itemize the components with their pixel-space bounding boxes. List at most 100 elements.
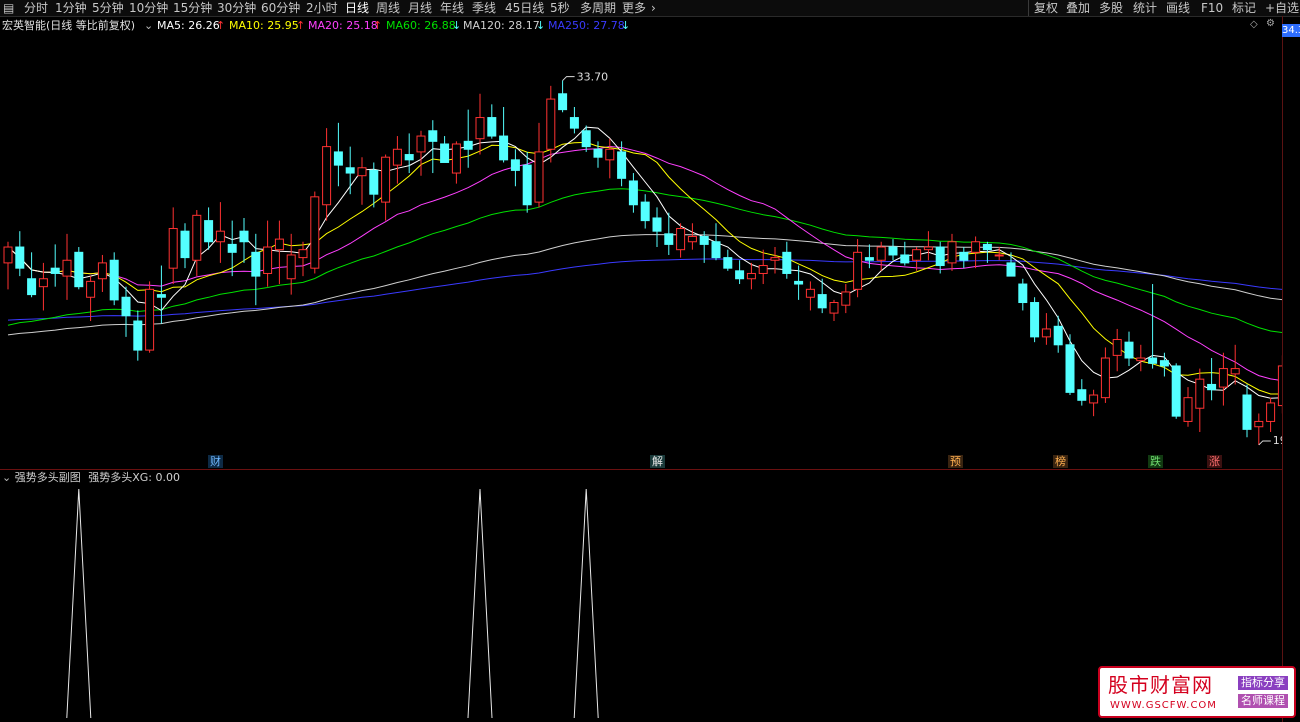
candle <box>274 220 284 285</box>
candle <box>263 220 273 287</box>
toolbar-action-3[interactable]: 统计 <box>1133 0 1157 16</box>
candle <box>959 247 969 269</box>
tab-period-0[interactable]: 分时 <box>24 0 48 16</box>
tab-period-10[interactable]: 月线 <box>408 0 432 16</box>
candle <box>227 220 237 277</box>
tab-period-7[interactable]: 2小时 <box>306 0 338 16</box>
candle <box>640 194 650 229</box>
ma60-label: MA60: 26.88 <box>386 19 456 32</box>
toolbar-action-5[interactable]: F10 <box>1201 0 1223 16</box>
event-marker-2[interactable]: 预 <box>948 455 963 468</box>
candle <box>628 173 638 213</box>
candle <box>1195 368 1205 433</box>
event-marker-3[interactable]: 榜 <box>1053 455 1068 468</box>
candle <box>605 138 615 179</box>
toolbar-action-1[interactable]: 叠加 <box>1066 0 1090 16</box>
candle <box>86 276 96 322</box>
candle <box>770 247 780 274</box>
more-arrow-icon[interactable]: › <box>651 0 656 16</box>
toolbar-action-6[interactable]: 标记 <box>1232 0 1256 16</box>
watermark-logo: 股市财富网 指标分享 名师课程 WWW.GSCFW.COM <box>1098 666 1296 718</box>
tab-period-4[interactable]: 15分钟 <box>173 0 212 16</box>
candle <box>782 241 792 279</box>
tab-period-6[interactable]: 60分钟 <box>261 0 300 16</box>
candle <box>1041 313 1051 345</box>
tab-period-3[interactable]: 10分钟 <box>129 0 168 16</box>
tab-period-9[interactable]: 周线 <box>376 0 400 16</box>
ma10-label: MA10: 25.95 <box>229 19 299 32</box>
event-marker-4[interactable]: 跌 <box>1148 455 1163 468</box>
candle <box>1053 315 1063 353</box>
menu-icon[interactable]: ▤ <box>3 0 14 16</box>
ma20-up-arrow-icon: ↑ <box>373 19 383 32</box>
candle <box>333 122 343 187</box>
candle <box>947 233 957 271</box>
candle <box>971 236 981 269</box>
candlestick-chart[interactable]: 33.70 19.91 <box>0 33 1282 469</box>
candle <box>109 252 119 306</box>
pane-divider[interactable] <box>0 469 1282 470</box>
settings-icon[interactable]: ⚙ <box>1266 18 1275 29</box>
tab-period-14[interactable]: 5秒 <box>550 0 570 16</box>
candle <box>888 239 898 261</box>
candle <box>463 109 473 168</box>
chevron-down-icon[interactable]: ⌄ <box>144 18 153 33</box>
ma250-down-arrow-icon: ↓ <box>621 19 631 32</box>
tab-period-8[interactable]: 日线 <box>345 0 369 16</box>
candle <box>746 262 756 290</box>
candle <box>251 233 261 306</box>
chevron-down-icon[interactable]: ⌄ <box>2 471 11 484</box>
toolbar-action-0[interactable]: 复权 <box>1034 0 1058 16</box>
signal-spike <box>467 488 493 719</box>
candle <box>62 233 72 300</box>
price-axis[interactable] <box>1282 16 1300 722</box>
candle <box>534 122 544 208</box>
candle <box>711 223 721 261</box>
candle <box>1112 328 1122 372</box>
candle <box>3 241 13 290</box>
tab-period-2[interactable]: 5分钟 <box>92 0 124 16</box>
candle <box>829 299 839 322</box>
candle <box>286 233 296 295</box>
candle <box>569 106 579 134</box>
tab-period-13[interactable]: 45日线 <box>505 0 544 16</box>
event-marker-5[interactable]: 涨 <box>1207 455 1222 468</box>
candle <box>522 151 532 213</box>
candle <box>357 157 367 205</box>
candle <box>97 254 107 292</box>
ma20-label: MA20: 25.18 <box>308 19 378 32</box>
indicator-chart[interactable] <box>0 486 1282 722</box>
indicator-title: 强势多头副图 <box>14 471 81 484</box>
candle <box>215 202 225 263</box>
candle <box>487 104 497 139</box>
current-price-tag: 34.3 <box>1282 24 1300 37</box>
tab-period-16[interactable]: 更多 <box>622 0 646 16</box>
toolbar-action-2[interactable]: 多股 <box>1099 0 1123 16</box>
candle <box>1124 331 1134 366</box>
candle <box>74 247 84 290</box>
low-pointer <box>1258 440 1271 446</box>
diamond-icon[interactable]: ◇ <box>1250 19 1258 30</box>
tab-period-1[interactable]: 1分钟 <box>55 0 87 16</box>
indicator-header: ⌄ 强势多头副图 强势多头XG: 0.00 <box>2 471 180 485</box>
candle <box>451 141 461 184</box>
event-marker-1[interactable]: 解 <box>650 455 665 468</box>
watermark-title: 股市财富网 <box>1108 673 1213 697</box>
event-marker-0[interactable]: 财 <box>208 455 223 468</box>
watermark-tag-course: 名师课程 <box>1238 694 1288 708</box>
low-price-label: 19.91 <box>1273 434 1282 447</box>
candle <box>805 281 815 311</box>
candle <box>428 120 438 174</box>
ma5-line <box>7 126 1282 399</box>
candle <box>180 223 190 269</box>
candle <box>298 241 308 277</box>
tab-period-5[interactable]: 30分钟 <box>217 0 256 16</box>
candle <box>817 278 827 314</box>
candle <box>145 281 155 353</box>
tab-period-15[interactable]: 多周期 <box>580 0 616 16</box>
tab-period-12[interactable]: 季线 <box>472 0 496 16</box>
candle <box>499 106 509 163</box>
toolbar-action-4[interactable]: 画线 <box>1166 0 1190 16</box>
tab-period-11[interactable]: 年线 <box>440 0 464 16</box>
toolbar-action-7[interactable]: +自选 <box>1265 0 1299 16</box>
